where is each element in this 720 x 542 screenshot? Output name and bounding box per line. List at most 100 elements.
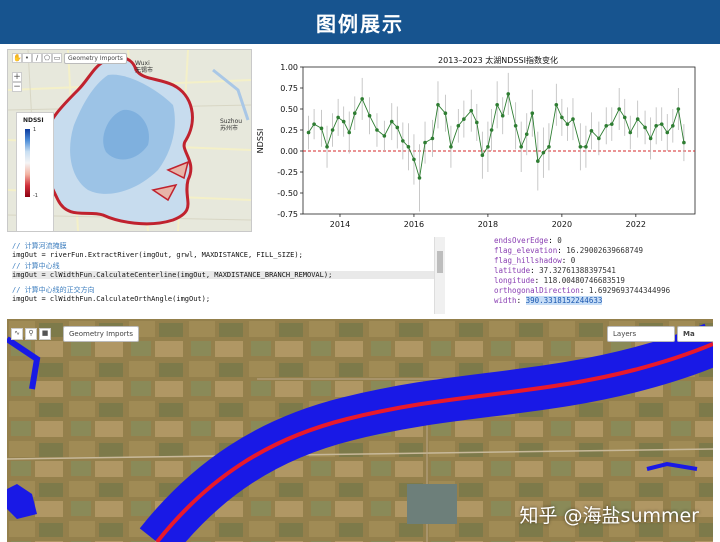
prop-row: flag_hillshadow: 0 xyxy=(494,256,576,265)
data-point xyxy=(622,115,627,120)
chart-ylabel: NDSSI xyxy=(256,129,265,154)
x-tick-label: 2016 xyxy=(404,220,424,229)
data-point xyxy=(654,124,658,128)
data-point xyxy=(325,145,329,149)
data-point xyxy=(578,145,583,149)
pin-icon[interactable]: ⚲ xyxy=(25,328,37,340)
data-point xyxy=(489,128,494,132)
point-tool-icon[interactable]: • xyxy=(22,53,32,63)
title-banner: 图例展示 xyxy=(0,0,720,44)
data-point xyxy=(341,119,346,124)
feature-properties: endsOverEdge: 0 flag_elevation: 16.29002… xyxy=(452,233,712,311)
data-point xyxy=(682,140,686,145)
y-tick-label: 0.25 xyxy=(280,126,298,135)
square-icon[interactable]: ■ xyxy=(39,328,51,340)
geometry-imports-button[interactable]: Geometry Imports xyxy=(64,53,127,64)
data-point xyxy=(676,107,681,111)
data-point xyxy=(635,117,640,121)
chart-svg: 2013–2023 太湖NDSSI指数变化 NDSSI 1.00 0.75 0.50… xyxy=(256,55,696,229)
data-point xyxy=(659,122,664,126)
data-point xyxy=(617,107,621,111)
taihu-ndssi-map[interactable]: ✋ • ∕ ⬠ ▭ Geometry Imports + − Wuxi 无锡市 S… xyxy=(7,49,252,232)
data-point xyxy=(382,134,387,138)
x-tick-label: 2014 xyxy=(330,220,350,229)
city-label-wuxi: Wuxi 无锡市 xyxy=(135,60,154,74)
data-point xyxy=(597,136,601,141)
data-point xyxy=(609,122,614,126)
data-point xyxy=(541,150,546,155)
code-line-3[interactable]: imgOut = clWidthFun.CalculateOrthAngle(i… xyxy=(12,295,210,303)
data-point xyxy=(480,153,485,157)
map-type-button[interactable]: Ma xyxy=(677,326,713,342)
data-point xyxy=(469,108,474,113)
ndssi-legend: NDSSI 1 -1 xyxy=(16,112,54,231)
zoom-in-icon[interactable]: + xyxy=(12,72,22,82)
data-point xyxy=(589,129,594,133)
code-scroll-thumb[interactable] xyxy=(437,251,443,273)
code-line-1[interactable]: imgOut = riverFun.ExtractRiver(imgOut, g… xyxy=(12,251,303,259)
data-point xyxy=(560,115,564,120)
code-comment-3: // 计算中心线的正交方向 xyxy=(12,286,95,294)
legend-max: 1 xyxy=(33,127,37,133)
polygon-tool-icon[interactable]: ⬠ xyxy=(42,53,52,63)
data-point xyxy=(401,139,405,143)
data-point xyxy=(423,140,427,145)
data-point xyxy=(671,124,675,128)
y-tick-label: -0.25 xyxy=(277,168,298,177)
data-point xyxy=(513,124,518,128)
data-point xyxy=(319,126,324,131)
data-point xyxy=(389,119,394,124)
data-point xyxy=(330,128,335,132)
data-point xyxy=(430,136,435,141)
data-point xyxy=(395,125,400,130)
data-point xyxy=(530,111,535,115)
data-point xyxy=(495,103,499,107)
zoom-out-icon[interactable]: − xyxy=(12,82,22,92)
line-tool-icon[interactable]: ∕ xyxy=(32,53,42,63)
layers-button[interactable]: Layers xyxy=(607,326,675,342)
prop-row: flag_elevation: 16.29002639668749 xyxy=(494,246,644,255)
city-label-suzhou: Suzhou 苏州市 xyxy=(220,118,243,132)
data-point xyxy=(565,122,570,126)
geometry-imports-button-large[interactable]: Geometry Imports xyxy=(63,326,140,342)
data-point xyxy=(375,128,379,132)
watermark: 知乎 @海盐summer xyxy=(519,505,700,527)
river-centerline-map[interactable]: ∿ ⚲ ■ Geometry Imports Layers Ma 知乎 @海盐s… xyxy=(7,319,713,542)
data-point xyxy=(571,117,575,121)
data-point xyxy=(449,145,453,149)
line-chart-icon[interactable]: ∿ xyxy=(11,328,23,340)
data-point xyxy=(628,130,633,135)
legend-colorbar xyxy=(25,129,30,197)
data-point xyxy=(312,122,316,126)
x-tick-label: 2020 xyxy=(552,220,572,229)
hand-tool-icon[interactable]: ✋ xyxy=(12,53,22,63)
data-point xyxy=(412,157,416,162)
data-point xyxy=(536,159,540,163)
y-tick-label: 0.00 xyxy=(280,147,298,156)
prop-row: longitude: 118.00480746683519 xyxy=(494,276,625,285)
rectangle-tool-icon[interactable]: ▭ xyxy=(52,53,62,63)
data-point xyxy=(519,145,523,149)
y-tick-label: 0.75 xyxy=(280,84,298,93)
x-tick-label: 2018 xyxy=(478,220,498,229)
code-editor[interactable]: // 计算河流掩膜 imgOut = riverFun.ExtractRiver… xyxy=(7,237,445,314)
data-point xyxy=(524,132,529,136)
data-point xyxy=(367,113,372,118)
legend-title: NDSSI xyxy=(23,117,44,124)
data-point xyxy=(456,124,461,128)
code-line-2[interactable]: imgOut = clWidthFun.CalculateCenterline(… xyxy=(12,271,437,279)
data-point xyxy=(475,120,479,125)
prop-row: latitude: 37.32761388397541 xyxy=(494,266,616,275)
x-tick-label: 2022 xyxy=(626,220,646,229)
chart-title: 2013–2023 太湖NDSSI指数变化 xyxy=(438,55,558,65)
data-point xyxy=(347,130,352,135)
series-line xyxy=(308,93,685,179)
data-point xyxy=(554,103,559,107)
code-scrollbar[interactable] xyxy=(434,237,445,314)
data-point xyxy=(417,176,422,180)
prop-row-selected[interactable]: width: 390.3318152244633 xyxy=(494,296,603,305)
prop-row: endsOverEdge: 0 xyxy=(494,236,562,245)
data-point xyxy=(648,136,653,141)
data-point xyxy=(352,111,357,115)
ndssi-chart: 2013–2023 太湖NDSSI指数变化 NDSSI 1.00 0.75 0.50… xyxy=(255,49,705,234)
